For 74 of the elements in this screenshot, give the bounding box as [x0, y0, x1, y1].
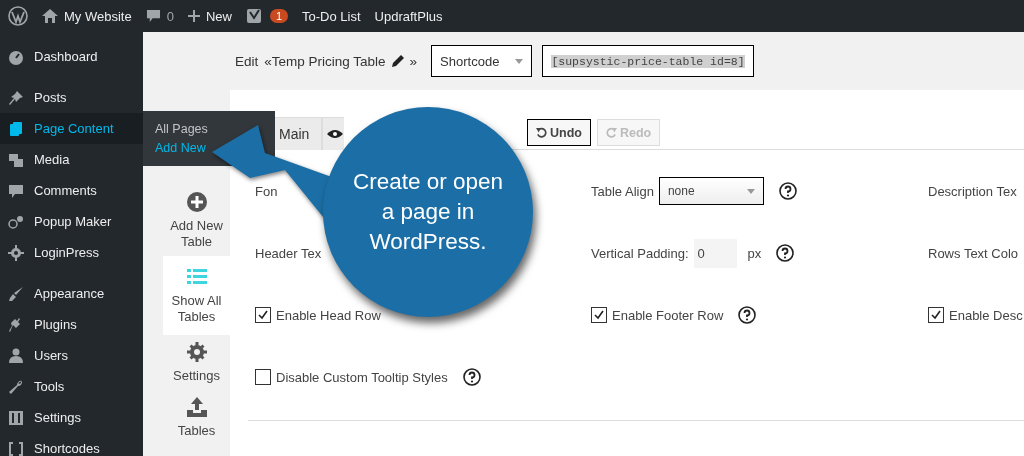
tab[interactable] — [322, 117, 344, 150]
comment-count[interactable]: 0 — [166, 8, 174, 24]
notification-badge: 1 — [269, 9, 289, 23]
nav-item[interactable]: Show All Tables — [163, 256, 230, 335]
comment-icon — [8, 182, 24, 199]
comment-icon — [145, 9, 161, 23]
sidebar-item[interactable]: Tools — [0, 371, 143, 402]
brackets-icon — [8, 440, 24, 456]
field-label: Fon — [255, 183, 278, 199]
field-label: Vertical Padding: — [591, 245, 689, 261]
caret-icon — [515, 58, 524, 64]
sidebar-item[interactable]: Plugins — [0, 309, 143, 340]
checkbox[interactable] — [255, 369, 271, 385]
nav-item[interactable]: Add New Table — [163, 185, 230, 256]
toolbar-link[interactable]: To-Do List — [302, 8, 361, 24]
sidebar-item[interactable]: Shortcodes — [0, 433, 143, 456]
pin-icon — [8, 89, 24, 106]
sidebar-item[interactable]: Page Content — [0, 113, 143, 144]
checkbox[interactable] — [591, 307, 607, 323]
shortcode-field[interactable]: [supsystic-price-table id=8] — [542, 45, 754, 77]
submenu-item[interactable]: Add New — [155, 141, 206, 155]
new-link[interactable]: New — [205, 8, 232, 24]
pencil-icon[interactable] — [391, 55, 404, 67]
checkbox-label: Disable Custom Tooltip Styles — [276, 369, 448, 385]
sidebar-item[interactable]: Users — [0, 340, 143, 371]
padding-input[interactable]: 0 — [693, 238, 737, 268]
home-icon — [42, 9, 58, 23]
sidebar-item[interactable]: Popup Maker — [0, 206, 143, 237]
field-label: Header Tex — [255, 245, 322, 261]
undo-button[interactable]: Undo — [527, 119, 591, 146]
nav-item[interactable]: Settings — [163, 335, 230, 390]
wordpress-logo-icon[interactable] — [8, 6, 28, 26]
pages-icon — [8, 120, 24, 137]
undo-icon — [536, 127, 547, 138]
help-icon[interactable] — [778, 182, 797, 200]
checkbox-label: Enable Head Row — [276, 307, 381, 323]
sidebar-item[interactable]: Settings — [0, 402, 143, 433]
field-label: Description Tex — [928, 183, 1017, 199]
toolbar-link[interactable]: UpdraftPlus — [374, 8, 443, 24]
sidebar-item[interactable]: Appearance — [0, 278, 143, 309]
title-end: » — [409, 53, 418, 69]
sidebar-item[interactable]: Dashboard — [0, 41, 143, 72]
help-icon[interactable] — [776, 244, 795, 262]
field-label: Rows Text Colo — [928, 245, 1019, 261]
table-title: «Temp Pricing Table — [264, 53, 386, 69]
nav-item[interactable]: Tables — [163, 390, 230, 445]
field-label: Table Align — [591, 183, 654, 199]
caret-icon — [746, 188, 755, 194]
sidebar-item[interactable]: Comments — [0, 175, 143, 206]
site-link[interactable]: My Website — [64, 8, 132, 24]
brush-icon — [8, 285, 24, 302]
mode-select[interactable]: Shortcode — [431, 45, 533, 77]
gauge-icon — [8, 48, 24, 65]
wrench-icon — [8, 378, 24, 395]
checkbox[interactable] — [928, 307, 944, 323]
checkbox-label: Enable Footer Row — [612, 307, 724, 323]
plus-icon — [187, 10, 200, 22]
eye-icon — [327, 129, 343, 139]
help-icon[interactable] — [462, 368, 481, 386]
sidebar-item[interactable]: Media — [0, 144, 143, 175]
redo-icon — [605, 127, 617, 138]
checkbox-label: Enable Desc — [949, 307, 1023, 323]
upload-icon — [185, 396, 208, 418]
checkbox[interactable] — [255, 307, 271, 323]
sidebar-item[interactable]: Posts — [0, 82, 143, 113]
help-icon[interactable] — [738, 306, 757, 324]
submenu-item[interactable]: All Pages — [155, 122, 208, 136]
plus-circle-icon — [185, 191, 208, 213]
edit-label: Edit — [235, 53, 259, 69]
sidebar-item[interactable]: LoginPress — [0, 237, 143, 268]
media-icon — [8, 151, 24, 168]
unit-label: px — [747, 245, 762, 261]
align-select[interactable]: none — [658, 177, 764, 205]
user-icon — [8, 347, 24, 364]
